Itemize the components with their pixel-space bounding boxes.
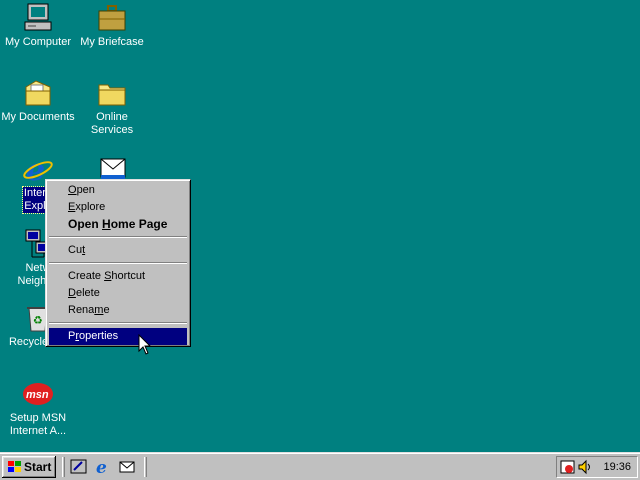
msn-icon: msn <box>22 378 54 410</box>
system-tray: 19:36 <box>556 456 638 478</box>
my-computer-icon <box>22 2 54 34</box>
icon-label: Online Services <box>90 111 134 136</box>
menu-item-cut[interactable]: Cut <box>49 242 187 259</box>
internet-explorer-icon[interactable]: e <box>94 458 112 478</box>
menu-item-open[interactable]: Open <box>49 182 187 199</box>
my-documents-folder-icon <box>22 77 54 109</box>
taskbar-grip[interactable] <box>62 457 65 477</box>
volume-icon[interactable] <box>577 459 593 475</box>
menu-item-delete[interactable]: Delete <box>49 285 187 302</box>
mouse-pointer-icon <box>138 334 152 355</box>
start-button[interactable]: Start <box>2 456 56 478</box>
menu-separator <box>49 262 187 264</box>
windows-logo-icon <box>8 461 21 472</box>
svg-text:e: e <box>96 458 107 476</box>
taskbar-grip[interactable] <box>144 457 147 477</box>
outlook-express-icon[interactable] <box>118 458 136 476</box>
folder-icon <box>96 77 128 109</box>
desktop-icon-my-documents[interactable]: My Documents <box>0 77 76 124</box>
svg-text:msn: msn <box>26 389 49 401</box>
icon-label: Setup MSN Internet A... <box>9 412 67 437</box>
menu-item-create-shortcut[interactable]: Create Shortcut <box>49 268 187 285</box>
desktop-icon-online-services[interactable]: Online Services <box>74 77 150 137</box>
desktop-icon-my-briefcase[interactable]: My Briefcase <box>74 2 150 49</box>
menu-item-explore[interactable]: Explore <box>49 199 187 216</box>
icon-label: My Briefcase <box>80 36 144 48</box>
menu-separator <box>49 236 187 238</box>
desktop-icon-my-computer[interactable]: My Computer <box>0 2 76 49</box>
briefcase-icon <box>96 2 128 34</box>
show-desktop-icon[interactable] <box>70 458 88 476</box>
menu-item-properties[interactable]: Properties <box>49 328 187 345</box>
svg-text:♻: ♻ <box>33 314 43 327</box>
menu-item-rename[interactable]: Rename <box>49 302 187 319</box>
menu-separator <box>49 322 187 324</box>
menu-item-open-home-page[interactable]: Open Home Page <box>49 216 187 233</box>
taskbar: Start e 19:36 <box>0 452 640 480</box>
context-menu: Open Explore Open Home Page Cut Create S… <box>45 179 191 347</box>
desktop-icon-setup-msn[interactable]: msn Setup MSN Internet A... <box>0 378 76 438</box>
start-label: Start <box>24 460 52 474</box>
clock[interactable]: 19:36 <box>603 457 631 477</box>
icon-label: My Computer <box>4 36 72 48</box>
icon-label: My Documents <box>1 111 75 123</box>
scheduler-icon[interactable] <box>560 459 576 475</box>
